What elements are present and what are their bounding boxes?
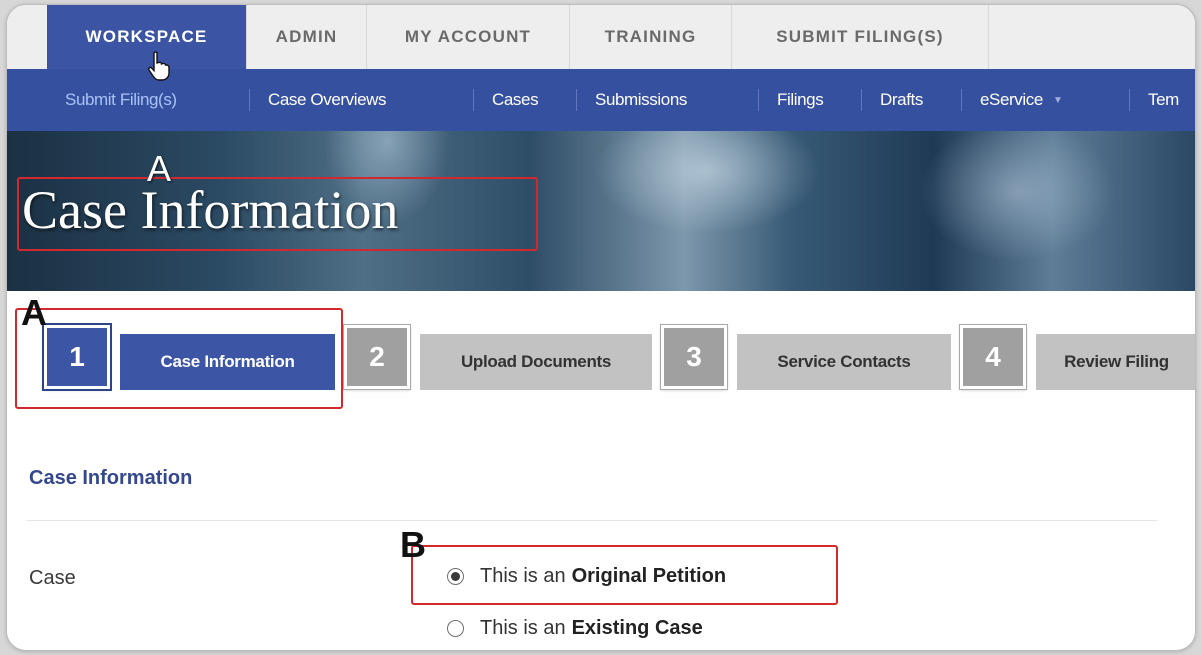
subnav-filings[interactable]: Filings <box>777 69 824 131</box>
case-field-label: Case <box>29 567 76 589</box>
section-title: Case Information <box>29 467 193 489</box>
sub-navigation: Submit Filing(s) Case Overviews Cases Su… <box>7 69 1195 131</box>
nav-divider <box>473 89 474 111</box>
hand-pointer-icon <box>148 51 170 81</box>
step-2-label[interactable]: Upload Documents <box>420 334 652 390</box>
step-3-number[interactable]: 3 <box>660 324 728 390</box>
annotation-label-b: B <box>400 524 426 565</box>
nav-divider <box>861 89 862 111</box>
nav-divider <box>249 89 250 111</box>
dropdown-caret-icon: ▼ <box>1052 94 1063 106</box>
annotation-box-radio <box>411 545 838 605</box>
subnav-drafts[interactable]: Drafts <box>880 69 923 131</box>
nav-divider <box>576 89 577 111</box>
tab-my-account[interactable]: MY ACCOUNT <box>367 5 570 69</box>
tab-admin[interactable]: ADMIN <box>247 5 367 69</box>
radio-existing-case[interactable]: This is an Existing Case <box>447 617 703 640</box>
annotation-label-a: A <box>147 148 172 189</box>
nav-divider <box>758 89 759 111</box>
subnav-submissions[interactable]: Submissions <box>595 69 687 131</box>
step-2-number[interactable]: 2 <box>343 324 411 390</box>
subnav-eservice[interactable]: eService ▼ <box>980 69 1063 131</box>
subnav-templates[interactable]: Tem <box>1148 69 1179 131</box>
top-tab-bar: WORKSPACE ADMIN MY ACCOUNT TRAINING SUBM… <box>7 5 1195 69</box>
subnav-case-overviews[interactable]: Case Overviews <box>268 69 387 131</box>
subnav-cases[interactable]: Cases <box>492 69 539 131</box>
step-3-label[interactable]: Service Contacts <box>737 334 951 390</box>
app-frame: WORKSPACE ADMIN MY ACCOUNT TRAINING SUBM… <box>6 4 1196 651</box>
annotation-label-a: A <box>21 292 47 333</box>
tab-training[interactable]: TRAINING <box>570 5 732 69</box>
annotation-box-title <box>17 177 538 251</box>
nav-divider <box>961 89 962 111</box>
nav-divider <box>1129 89 1130 111</box>
radio-emphasis: Existing Case <box>571 617 703 639</box>
radio-prefix: This is an <box>480 617 566 639</box>
step-4-number[interactable]: 4 <box>959 324 1027 390</box>
annotation-box-step <box>15 308 343 409</box>
section-divider <box>27 520 1157 521</box>
tab-submit-filings[interactable]: SUBMIT FILING(S) <box>732 5 989 69</box>
step-4-label[interactable]: Review Filing <box>1036 334 1195 390</box>
subnav-eservice-label: eService <box>980 90 1043 109</box>
radio-button[interactable] <box>447 620 464 637</box>
